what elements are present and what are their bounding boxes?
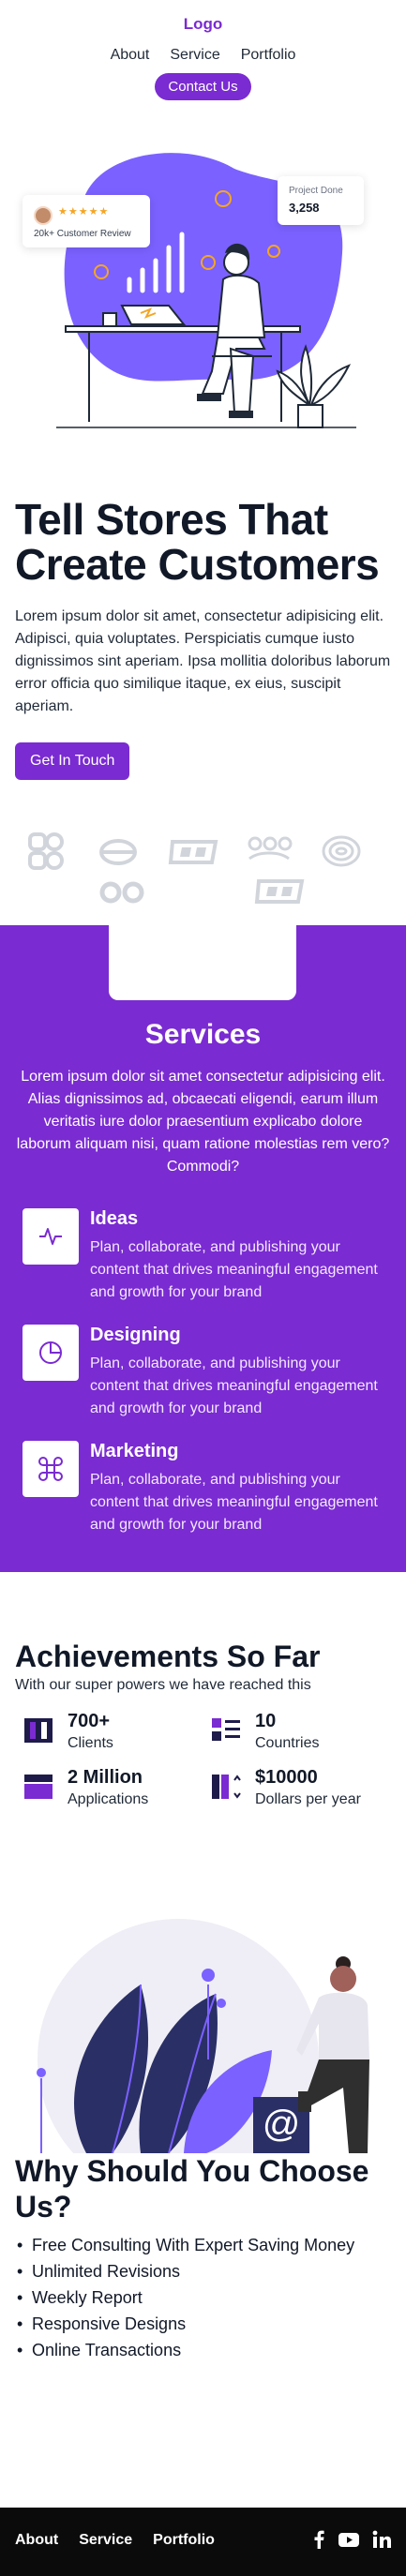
reason-item: Free Consulting With Expert Saving Money bbox=[15, 2232, 391, 2258]
contact-us-button[interactable]: Contact Us bbox=[155, 73, 251, 100]
project-done-card: Project Done 3,258 bbox=[278, 176, 364, 225]
stat-dollars: $10000 Dollars per year bbox=[210, 1767, 388, 1814]
why-choose-us-section: Why Should You Choose Us? Free Consultin… bbox=[0, 2153, 406, 2388]
rating-stars: ★★★★★ bbox=[58, 206, 110, 217]
client-logo-4 bbox=[248, 836, 293, 861]
service-item-designing: Designing Plan, collaborate, and publish… bbox=[23, 1325, 391, 1428]
reason-item: Online Transactions bbox=[15, 2337, 391, 2363]
services-section: Services Lorem ipsum dolor sit amet cons… bbox=[0, 925, 406, 1572]
facebook-icon[interactable] bbox=[312, 2530, 325, 2549]
hero-text: Tell Stores That Create Customers Lorem … bbox=[0, 497, 406, 780]
service-text: Plan, collaborate, and publishing your c… bbox=[90, 1472, 378, 1533]
pie-chart-icon bbox=[23, 1325, 79, 1381]
services-top-tab bbox=[109, 925, 296, 1000]
applications-icon bbox=[24, 1775, 53, 1799]
logo[interactable]: Logo bbox=[0, 15, 406, 34]
service-name: Marketing bbox=[90, 1441, 179, 1461]
reasons-list: Free Consulting With Expert Saving Money… bbox=[15, 2232, 391, 2363]
achievements-subtitle: With our super powers we have reached th… bbox=[15, 1677, 311, 1693]
main-nav: About Service Portfolio bbox=[0, 47, 406, 64]
reviewer-avatar bbox=[34, 206, 53, 225]
footer-nav-service[interactable]: Service bbox=[79, 2532, 132, 2549]
stat-value: 10 bbox=[255, 1711, 277, 1731]
hero-description: Lorem ipsum dolor sit amet, consectetur … bbox=[15, 608, 391, 714]
footer-nav-portfolio[interactable]: Portfolio bbox=[153, 2532, 215, 2549]
reason-item: Responsive Designs bbox=[15, 2311, 391, 2337]
footer-nav: About Service Portfolio bbox=[15, 2532, 215, 2549]
service-text: Plan, collaborate, and publishing your c… bbox=[90, 1239, 378, 1300]
pulse-icon bbox=[23, 1208, 79, 1265]
stat-value: $10000 bbox=[255, 1767, 318, 1788]
stat-value: 2 Million bbox=[68, 1767, 143, 1788]
svg-text:@: @ bbox=[263, 2104, 301, 2145]
footer-nav-about[interactable]: About bbox=[15, 2532, 58, 2549]
stat-label: Countries bbox=[255, 1735, 320, 1751]
client-logo-2 bbox=[99, 839, 137, 865]
clients-icon bbox=[24, 1718, 53, 1743]
stat-value: 700+ bbox=[68, 1711, 111, 1731]
why-illustration: @ bbox=[0, 1919, 406, 2200]
achievements-section: Achievements So Far With our super power… bbox=[0, 1572, 406, 1919]
client-logo-6 bbox=[99, 881, 144, 904]
countries-icon bbox=[212, 1718, 240, 1741]
project-done-label: Project Done bbox=[289, 186, 343, 196]
page: Logo About Service Portfolio Contact Us bbox=[0, 0, 406, 2576]
services-title: Services bbox=[144, 1019, 262, 1050]
site-footer: About Service Portfolio bbox=[0, 2508, 406, 2576]
client-logo-1 bbox=[28, 832, 64, 870]
service-item-ideas: Ideas Plan, collaborate, and publishing … bbox=[23, 1208, 391, 1311]
client-logo-5 bbox=[322, 835, 361, 867]
get-in-touch-button[interactable]: Get In Touch bbox=[15, 742, 130, 780]
woman-with-plants-illustration: @ bbox=[37, 1919, 369, 2200]
linkedin-icon[interactable] bbox=[372, 2530, 391, 2549]
nav-service[interactable]: Service bbox=[170, 47, 219, 64]
stat-countries: 10 Countries bbox=[210, 1711, 388, 1758]
nav-about[interactable]: About bbox=[111, 47, 150, 64]
hero-title: Tell Stores That Create Customers bbox=[15, 495, 380, 589]
client-logo-3 bbox=[168, 840, 218, 864]
stat-label: Dollars per year bbox=[255, 1791, 361, 1807]
customer-review-card: ★★★★★ 20k+ Customer Review bbox=[23, 195, 150, 247]
review-count: 20k+ Customer Review bbox=[34, 229, 131, 239]
client-logo-7 bbox=[254, 879, 305, 904]
project-done-value: 3,258 bbox=[289, 201, 320, 215]
youtube-icon[interactable] bbox=[338, 2530, 359, 2549]
service-text: Plan, collaborate, and publishing your c… bbox=[90, 1355, 378, 1416]
working-woman-illustration bbox=[56, 153, 356, 428]
hero-illustration: ★★★★★ 20k+ Customer Review Project Done … bbox=[0, 112, 406, 497]
services-description: Lorem ipsum dolor sit amet consectetur a… bbox=[16, 1069, 390, 1175]
stat-label: Clients bbox=[68, 1735, 113, 1751]
client-logos bbox=[0, 780, 406, 925]
reason-item: Unlimited Revisions bbox=[15, 2258, 391, 2284]
service-item-marketing: Marketing Plan, collaborate, and publish… bbox=[23, 1441, 391, 1544]
achievements-title: Achievements So Far bbox=[15, 1640, 321, 1673]
command-icon bbox=[23, 1441, 79, 1497]
site-header: Logo About Service Portfolio Contact Us bbox=[0, 0, 406, 112]
dollars-icon bbox=[212, 1775, 241, 1799]
stat-applications: 2 Million Applications bbox=[23, 1767, 201, 1814]
service-name: Designing bbox=[90, 1325, 181, 1345]
stat-clients: 700+ Clients bbox=[23, 1711, 201, 1758]
stat-label: Applications bbox=[68, 1791, 149, 1807]
why-title: Why Should You Choose Us? bbox=[15, 2154, 369, 2224]
reason-item: Weekly Report bbox=[15, 2284, 391, 2311]
service-name: Ideas bbox=[90, 1208, 139, 1229]
nav-portfolio[interactable]: Portfolio bbox=[241, 47, 296, 64]
social-links bbox=[312, 2530, 391, 2549]
